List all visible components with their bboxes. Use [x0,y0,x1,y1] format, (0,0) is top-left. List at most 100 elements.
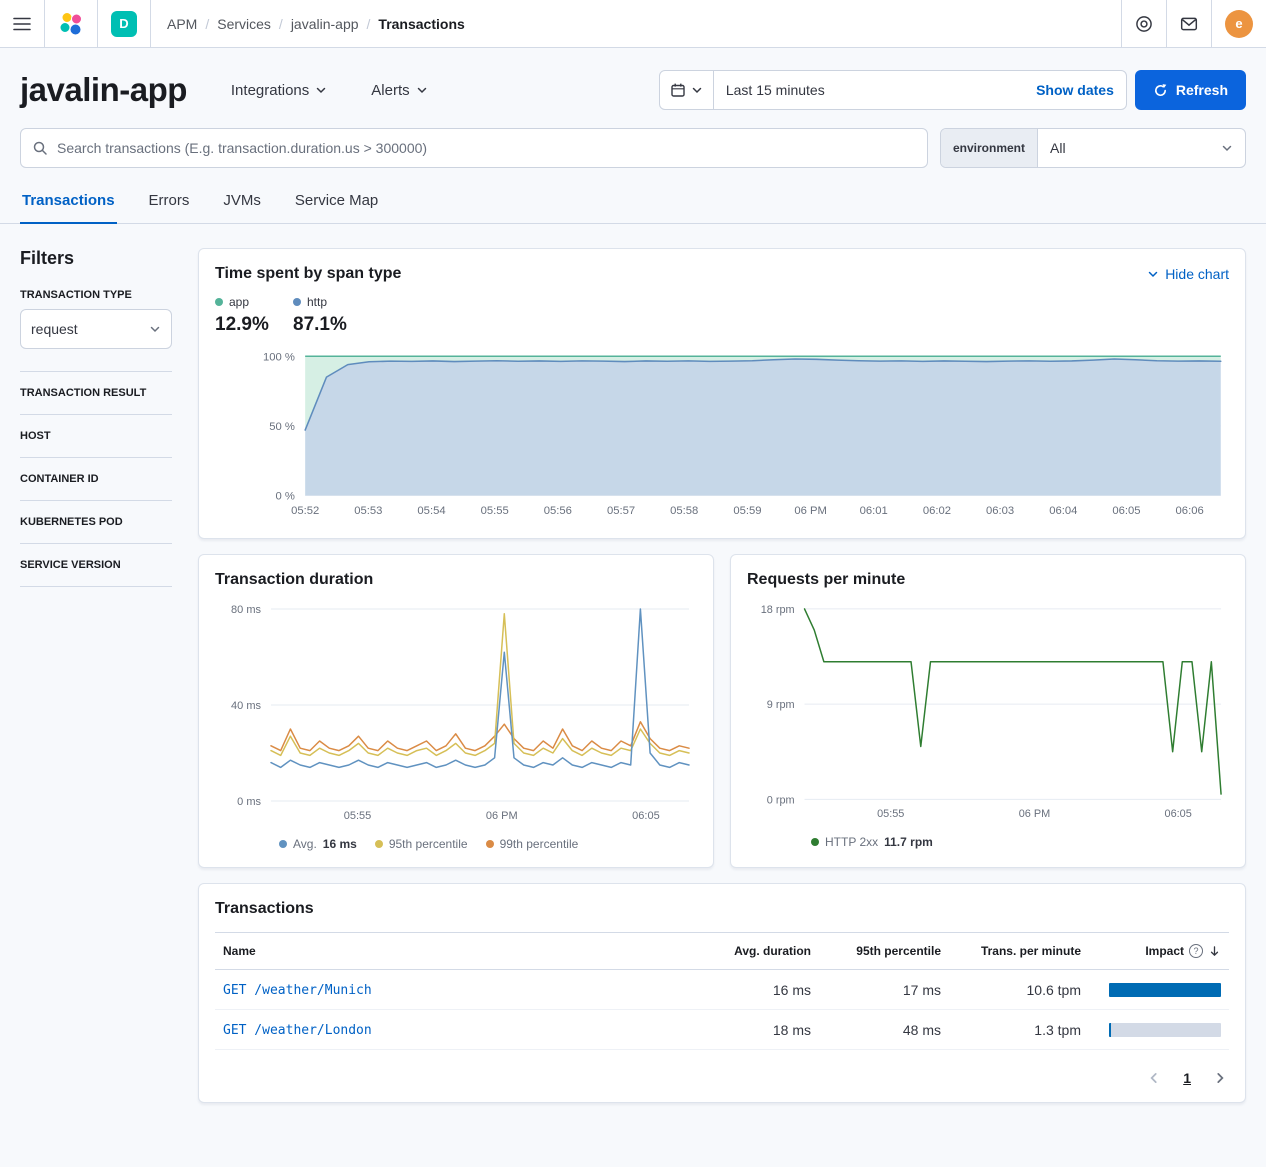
refresh-icon [1153,83,1168,98]
hide-chart-toggle[interactable]: Hide chart [1147,266,1229,282]
avatar: e [1225,10,1253,38]
transaction-link[interactable]: GET /weather/Munich [223,983,372,998]
elastic-logo[interactable] [45,0,97,47]
svg-text:06:02: 06:02 [923,505,951,517]
transactions-table: Name Avg. duration 95th percentile Trans… [215,932,1229,1050]
transaction-link[interactable]: GET /weather/London [223,1023,372,1038]
environment-label: environment [941,129,1038,167]
menu-button[interactable] [0,0,44,47]
svg-text:18 rpm: 18 rpm [761,604,795,616]
filter-section-kubernetes-pod[interactable]: KUBERNETES POD [20,500,172,543]
page-title: javalin-app [20,71,187,109]
breadcrumb-apm[interactable]: APM [167,16,197,32]
p99-series-dot [486,840,494,848]
svg-text:9 rpm: 9 rpm [767,699,795,711]
time-spent-panel: Time spent by span type Hide chart app 1… [198,248,1246,539]
breadcrumb-services[interactable]: Services [217,16,271,32]
chevron-down-icon [149,323,161,335]
svg-text:80 ms: 80 ms [231,604,261,616]
space-switcher[interactable]: D [98,0,150,47]
legend-item-99th[interactable]: 99th percentile [486,837,579,851]
environment-select[interactable]: All [1038,129,1245,167]
page-header: javalin-app Integrations Alerts Last 15 … [0,48,1266,110]
svg-text:06:05: 06:05 [632,810,660,822]
integrations-menu[interactable]: Integrations [231,82,327,99]
transaction-type-select[interactable]: request [20,309,172,349]
date-quick-menu-button[interactable] [660,71,714,109]
column-impact[interactable]: Impact ? [1089,933,1229,970]
breadcrumb: APM / Services / javalin-app / Transacti… [151,0,481,47]
svg-text:06 PM: 06 PM [486,810,518,822]
legend-item-app[interactable]: app 12.9% [215,295,293,336]
legend-item-avg[interactable]: Avg. 16 ms [279,837,357,851]
tpm-value: 10.6 tpm [949,970,1089,1010]
impact-bar [1109,983,1221,997]
filter-section-container-id[interactable]: CONTAINER ID [20,457,172,500]
avg-duration-value: 18 ms [699,1010,819,1050]
span-type-legend: app 12.9% http 87.1% [215,295,1229,336]
avg-duration-value: 16 ms [699,970,819,1010]
svg-text:40 ms: 40 ms [231,700,261,712]
transaction-type-label: TRANSACTION TYPE [20,289,172,301]
svg-text:05:57: 05:57 [607,505,635,517]
time-range-display[interactable]: Last 15 minutes Show dates [714,71,1126,109]
impact-bar [1109,1023,1221,1037]
svg-text:0 %: 0 % [276,491,295,503]
column-trans-per-minute[interactable]: Trans. per minute [949,933,1089,970]
help-ring-icon [1135,15,1153,33]
hamburger-icon [13,16,31,32]
p95-value: 48 ms [819,1010,949,1050]
filter-section-service-version[interactable]: SERVICE VERSION [20,543,172,586]
table-row: GET /weather/London 18 ms 48 ms 1.3 tpm [215,1010,1229,1050]
sort-desc-icon [1208,945,1221,958]
alerts-menu[interactable]: Alerts [371,82,427,99]
svg-text:06:05: 06:05 [1112,505,1140,517]
search-icon [32,140,48,156]
show-dates-link[interactable]: Show dates [1036,82,1114,98]
filter-section-host[interactable]: HOST [20,414,172,457]
search-transactions-input[interactable] [20,128,928,168]
svg-text:06 PM: 06 PM [794,505,827,517]
svg-text:05:55: 05:55 [344,810,372,822]
svg-text:05:55: 05:55 [481,505,509,517]
tab-service-map[interactable]: Service Map [293,180,380,224]
impact-help-icon[interactable]: ? [1189,944,1203,958]
svg-text:05:58: 05:58 [670,505,698,517]
column-avg-duration[interactable]: Avg. duration [699,933,819,970]
legend-item-95th[interactable]: 95th percentile [375,837,468,851]
table-row: GET /weather/Munich 16 ms 17 ms 10.6 tpm [215,970,1229,1010]
chevron-down-icon [1221,142,1233,154]
filter-section-transaction-result[interactable]: TRANSACTION RESULT [20,371,172,414]
p95-series-dot [375,840,383,848]
breadcrumb-service-name[interactable]: javalin-app [291,16,359,32]
time-range-value: Last 15 minutes [726,82,825,98]
filters-title: Filters [20,248,172,269]
svg-text:05:52: 05:52 [291,505,319,517]
chevron-down-icon [691,84,703,96]
column-name[interactable]: Name [215,933,699,970]
newsfeed-button[interactable] [1167,0,1211,47]
legend-item-http[interactable]: http 87.1% [293,295,371,336]
requests-per-minute-title: Requests per minute [747,571,1229,589]
http-percentage: 87.1% [293,314,371,336]
tab-jvms[interactable]: JVMs [221,180,263,224]
transactions-table-title: Transactions [215,900,1229,918]
column-95th-percentile[interactable]: 95th percentile [819,933,949,970]
user-menu-button[interactable]: e [1212,0,1266,47]
top-navigation-bar: D APM / Services / javalin-app / Transac… [0,0,1266,48]
app-series-dot [215,298,223,306]
refresh-button[interactable]: Refresh [1135,70,1246,110]
svg-text:06:01: 06:01 [860,505,888,517]
guided-setup-button[interactable] [1122,0,1166,47]
tab-transactions[interactable]: Transactions [20,180,117,224]
previous-page-button[interactable] [1147,1071,1161,1085]
transaction-duration-chart: 0 ms40 ms80 ms05:5506 PM06:05 [215,599,697,827]
svg-text:06 PM: 06 PM [1019,808,1050,820]
next-page-button[interactable] [1213,1071,1227,1085]
svg-text:50 %: 50 % [269,421,295,433]
search-row: environment All [0,128,1266,168]
tab-errors[interactable]: Errors [147,180,192,224]
page-number[interactable]: 1 [1183,1070,1191,1086]
tpm-value: 1.3 tpm [949,1010,1089,1050]
legend-item-http-2xx[interactable]: HTTP 2xx 11.7 rpm [811,835,933,849]
